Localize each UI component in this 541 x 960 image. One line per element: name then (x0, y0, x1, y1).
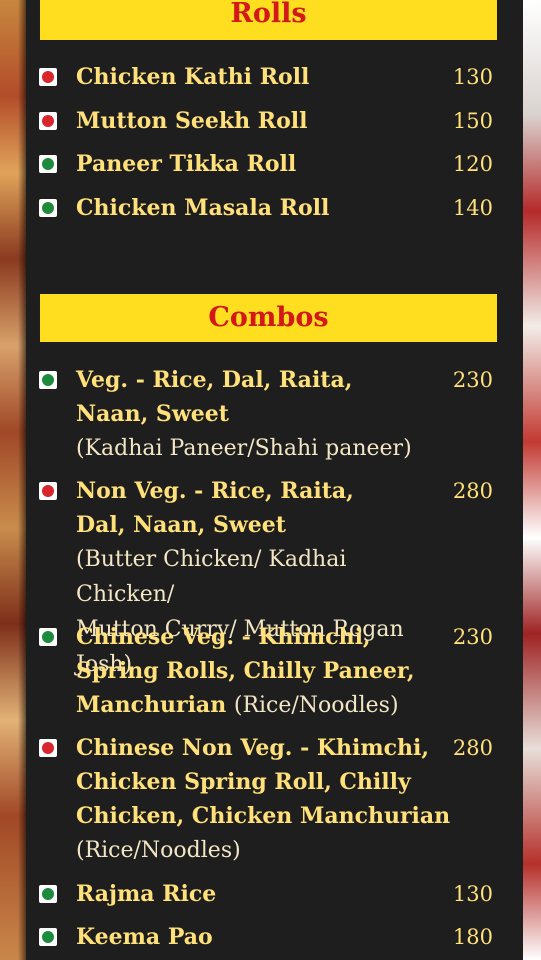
item-price: 150 (452, 109, 493, 133)
veg-icon (39, 885, 57, 903)
item-price: 280 (452, 479, 493, 503)
item-name: Rajma Rice (76, 881, 217, 907)
item-price: 130 (452, 882, 493, 906)
non-veg-icon (39, 739, 57, 757)
food-photo-edge-left (0, 0, 26, 960)
item-description: Veg. - Rice, Dal, Raita, Naan, Sweet (Kad… (76, 363, 446, 466)
veg-icon (39, 155, 57, 173)
non-veg-icon (39, 112, 57, 130)
item-name: Veg. - Rice, Dal, Raita, Naan, Sweet (76, 367, 353, 427)
item-price: 230 (452, 368, 493, 392)
veg-icon (39, 928, 57, 946)
veg-icon (39, 371, 57, 389)
item-price: 130 (452, 65, 493, 89)
non-veg-icon (39, 482, 57, 500)
item-price: 280 (452, 736, 493, 760)
item-options: (Rice/Noodles) (76, 838, 241, 863)
item-name: Keema Pao (76, 924, 213, 950)
section-header-combos: Combos (40, 294, 497, 342)
item-price: 180 (452, 925, 493, 949)
non-veg-icon (39, 68, 57, 86)
food-photo-edge-right (523, 0, 541, 960)
item-options: (Kadhai Paneer/Shahi paneer) (76, 436, 412, 461)
item-price: 140 (452, 196, 493, 220)
item-price: 120 (452, 152, 493, 176)
item-options: (Rice/Noodles) (233, 693, 399, 718)
menu-panel: Rolls Chicken Kathi Roll 130 Mutton Seek… (26, 0, 523, 960)
veg-icon (39, 628, 57, 646)
item-name: Non Veg. - Rice, Raita, Dal, Naan, Sweet (76, 478, 354, 538)
item-name: Mutton Seekh Roll (76, 108, 308, 134)
veg-icon (39, 199, 57, 217)
item-price: 230 (452, 625, 493, 649)
section-header-rolls: Rolls (40, 0, 497, 40)
item-description: Chinese Veg. - Khimchi, Spring Rolls, Ch… (76, 620, 446, 723)
item-name: Paneer Tikka Roll (76, 151, 297, 177)
item-name: Chicken Masala Roll (76, 195, 330, 221)
item-description: Chinese Non Veg. - Khimchi, Chicken Spri… (76, 731, 466, 868)
item-name: Chicken Kathi Roll (76, 64, 310, 90)
item-name: Chinese Non Veg. - Khimchi, Chicken Spri… (76, 735, 451, 829)
